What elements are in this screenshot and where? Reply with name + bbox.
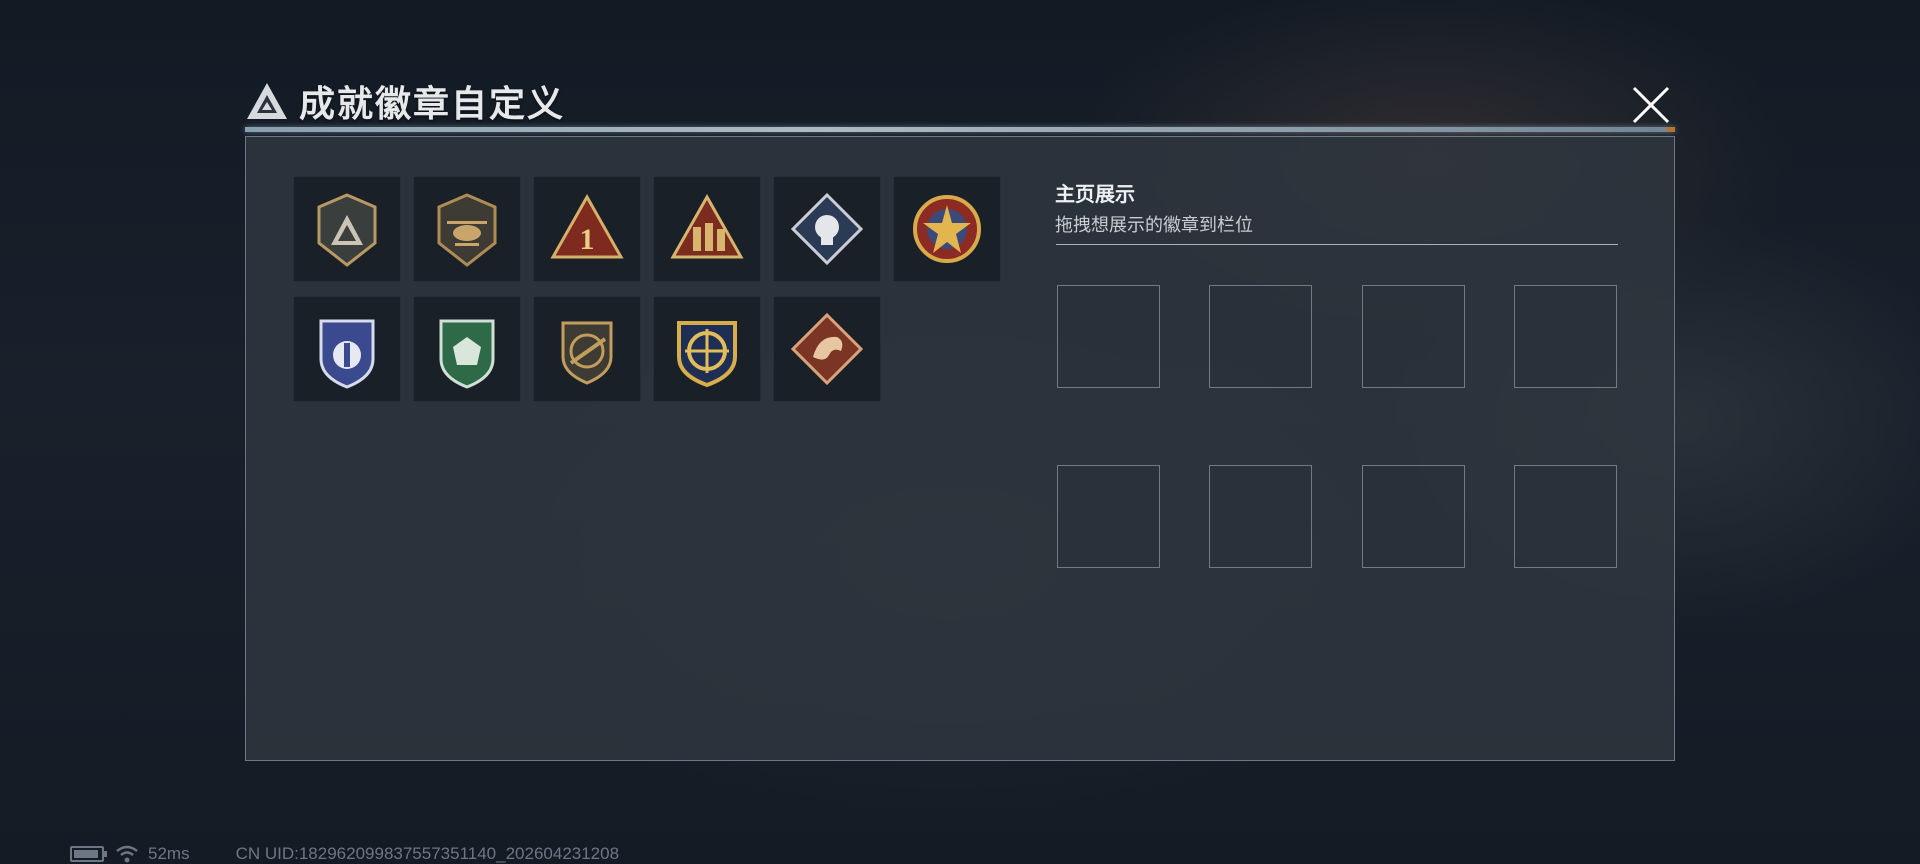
display-slot-2[interactable] [1209,285,1312,388]
close-button[interactable] [1628,82,1674,128]
display-slot-3[interactable] [1362,285,1465,388]
battery-icon [70,846,107,862]
badge-slot[interactable] [533,296,641,402]
badge-slot[interactable] [893,176,1001,282]
badge-slot[interactable] [773,296,881,402]
display-section-hint: 拖拽想展示的徽章到栏位 [1055,215,1253,235]
display-slot-4[interactable] [1514,285,1617,388]
triangle-shield-badge-icon [317,193,377,267]
header-divider [245,127,1675,132]
green-shield-badge-icon [439,319,495,389]
display-slot-5[interactable] [1057,465,1160,568]
display-slot-7[interactable] [1362,465,1465,568]
fist-diamond-badge-icon [790,192,864,266]
badge-slot[interactable] [653,296,761,402]
gold-crosshair-badge-icon [677,321,737,388]
display-slot-8[interactable] [1514,465,1617,568]
close-icon [1632,86,1670,124]
badge-slot[interactable] [653,176,761,282]
badge-slot[interactable] [413,176,521,282]
rifle-crest-badge-icon [561,321,613,385]
helicopter-badge-icon [437,193,497,267]
display-slot-1[interactable] [1057,285,1160,388]
badge-slot[interactable] [413,296,521,402]
wifi-icon [116,845,138,863]
display-section-title: 主页展示 [1055,184,1135,206]
badge-slot[interactable] [773,176,881,282]
uid-text: CN UID:182962099837557351140_20260423120… [235,844,620,863]
dialog-header: 成就徽章自定义 [245,78,565,124]
ping-readout: 52ms [148,844,190,863]
dialog-title: 成就徽章自定义 [299,83,566,124]
badge-slot[interactable]: 1 [533,176,641,282]
status-bar: 52ms CN UID:182962099837557351140_202604… [70,844,619,864]
badge-slot[interactable] [293,176,401,282]
blue-shield-badge-icon [319,319,375,389]
star-crest-badge-icon [913,195,981,263]
badge-slot[interactable] [293,296,401,402]
display-slot-6[interactable] [1209,465,1312,568]
soldiers-triangle-badge-icon [670,193,744,259]
rank-one-badge-icon: 1 [550,193,624,259]
svg-text:1: 1 [580,223,595,256]
display-divider [1056,244,1618,245]
triangle-emblem-icon [247,83,287,119]
dragon-diamond-badge-icon [790,312,864,386]
